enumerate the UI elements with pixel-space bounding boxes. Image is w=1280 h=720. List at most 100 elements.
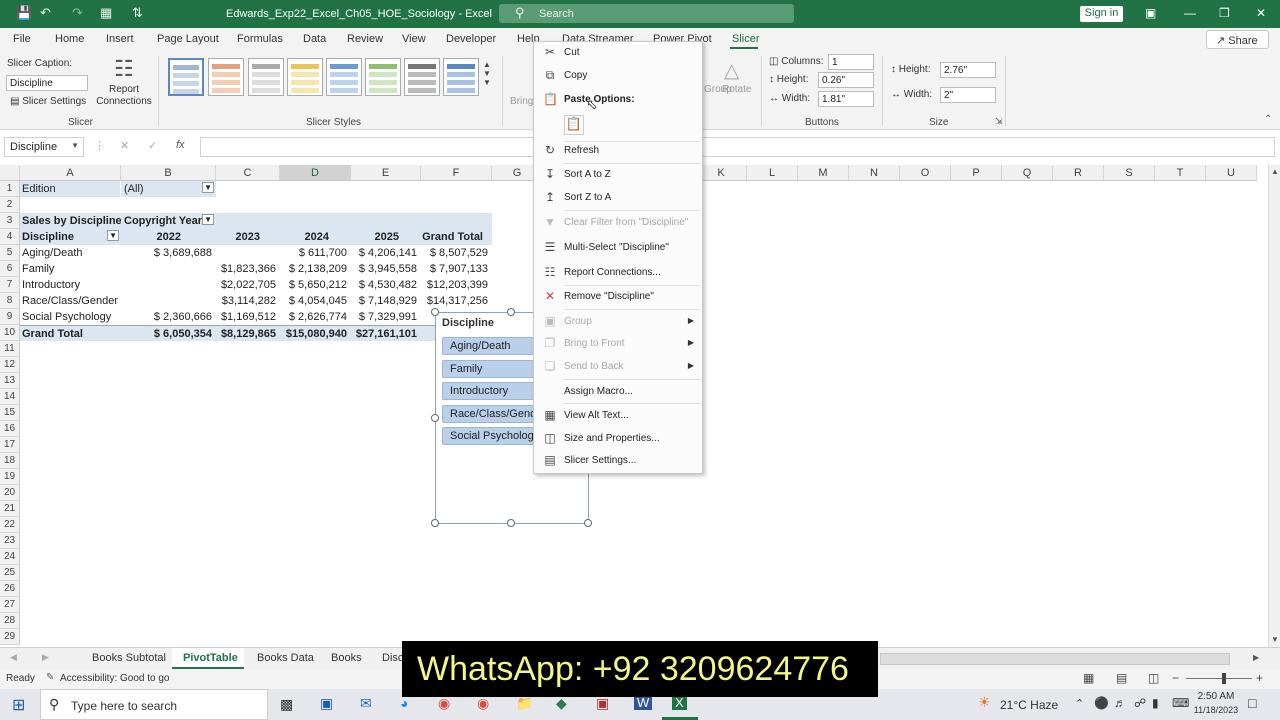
button-width-input[interactable]: 1.81" [818,91,874,107]
tab-view[interactable]: View [402,33,426,45]
resize-handle[interactable] [431,308,439,316]
tab-insert[interactable]: Insert [106,33,134,45]
page-layout-view-icon[interactable]: ▤ [1116,671,1127,685]
ribbon-display-icon[interactable]: ▣ [1145,6,1156,20]
columns-input[interactable]: 1 [828,54,874,70]
pivot-value-cell[interactable]: $ 4,530,482 [351,277,421,293]
pivot-value-cell[interactable]: $ 7,907,133 [421,261,492,277]
pivot-value-cell[interactable]: $ 6,050,354 [121,325,216,341]
column-header-d[interactable]: D [280,165,351,181]
row-header-8[interactable]: 8 [0,293,20,309]
column-header-t[interactable]: T [1155,165,1206,181]
page-break-view-icon[interactable]: ◫ [1148,671,1159,685]
row-header-3[interactable]: 3 [0,213,20,229]
chrome-profile-icon[interactable]: ◉ [477,695,489,712]
slicer-settings-button[interactable]: ▤ Slicer Settings [10,96,86,107]
weather-text[interactable]: 21°C Haze [1000,698,1058,712]
report-connections-button[interactable]: Report Connections [96,84,152,108]
size-dialog-launcher-icon[interactable]: ⇲ [995,116,1003,127]
clock-date[interactable]: 11/18/2023 [1192,705,1240,715]
clock-time[interactable]: 2:50 AM [1194,691,1238,702]
button-height-input[interactable]: 0.26" [818,72,874,88]
slicer-style-dark1[interactable] [404,58,440,96]
pivot-value-cell[interactable]: $2,022,705 [216,277,280,293]
microphone-icon[interactable]: ⚫ [1094,696,1109,710]
menu-item-bring-to-front[interactable]: ❐ Bring to Front ▶ [534,333,702,355]
normal-view-icon[interactable]: ▦ [1083,671,1094,685]
pivot-value-cell[interactable]: $15,080,940 [280,325,351,341]
language-icon[interactable]: ⌨ [1172,696,1189,710]
row-header-26[interactable]: 26 [0,581,20,597]
pivot-value-cell[interactable]: $ 7,329,991 [351,309,421,325]
excel-icon[interactable]: X [672,695,687,710]
windows-start-icon[interactable]: ⊞ [12,695,25,715]
column-header-b[interactable]: B [121,165,216,181]
pivot-value-cell[interactable]: $8,129,865 [216,325,280,341]
pivot-value-cell[interactable]: $ 4,054,045 [280,293,351,309]
scroll-down-icon[interactable]: ▼ [1271,635,1279,644]
pivot-value-cell[interactable] [121,277,216,293]
sheet-tab-books-data[interactable]: Books Data [257,652,314,664]
row-header-14[interactable]: 14 [0,389,20,405]
row-header-22[interactable]: 22 [0,517,20,533]
pivot-value-cell[interactable]: $ 611,700 [280,245,351,261]
customize-qat-icon[interactable]: ⇅ [132,5,143,21]
pivot-value-cell[interactable]: $ 4,206,141 [351,245,421,261]
column-header-u[interactable]: U [1206,165,1257,181]
undo-icon[interactable]: ↶ [40,5,51,21]
word-icon[interactable]: W [634,695,653,710]
select-all-corner[interactable] [0,165,20,181]
tab-review[interactable]: Review [347,33,383,45]
filter-dropdown-icon[interactable]: ▼ [202,214,214,225]
row-header-29[interactable]: 29 [0,629,20,645]
tab-slicer[interactable]: Slicer [732,33,760,45]
chevron-down-icon[interactable]: ▼ [71,141,79,150]
row-header-12[interactable]: 12 [0,357,20,373]
column-header-s[interactable]: S [1104,165,1155,181]
column-header-f[interactable]: F [421,165,492,181]
sheet-tab-disc[interactable]: Disc [382,652,403,664]
row-header-24[interactable]: 24 [0,549,20,565]
recorder-icon[interactable]: ▣ [596,695,609,712]
battery-icon[interactable]: ▮ [1152,696,1159,710]
row-header-23[interactable]: 23 [0,533,20,549]
edge-icon[interactable]: ◕ [400,695,408,711]
row-header-27[interactable]: 27 [0,597,20,613]
menu-item-copy[interactable]: ⧉ Copy [534,65,702,87]
styles-scroll-icon[interactable]: ▲ ▼ ▼ [483,60,491,87]
pivot-value-cell[interactable]: $ 2,360,666 [121,309,216,325]
resize-handle[interactable] [584,519,592,527]
menu-item-clear-filter[interactable]: ▼ Clear Filter from "Discipline" [534,212,702,234]
pivot-value-cell[interactable] [216,245,280,261]
row-header-25[interactable]: 25 [0,565,20,581]
name-box[interactable]: Discipline ▼ [4,137,84,157]
column-header-r[interactable]: R [1053,165,1104,181]
formula-input[interactable] [200,137,1275,157]
tab-developer[interactable]: Developer [446,33,496,45]
save-icon[interactable]: 💾 [16,5,32,21]
row-header-4[interactable]: 4 [0,229,20,245]
pivot-value-cell[interactable] [121,261,216,277]
tab-file[interactable]: File [13,33,31,45]
pivot-row-label[interactable]: Social Psychology [20,309,121,325]
pivot-value-cell[interactable]: $ 2,138,209 [280,261,351,277]
slicer-style-light4[interactable] [287,58,323,96]
row-header-16[interactable]: 16 [0,421,20,437]
row-header-17[interactable]: 17 [0,437,20,453]
tab-formulas[interactable]: Formulas [237,33,283,45]
zoom-out-icon[interactable]: − [1172,671,1179,685]
menu-item-refresh[interactable]: ↻ Refresh [534,140,702,162]
slicer-style-light3[interactable] [248,58,284,96]
row-header-10[interactable]: 10 [0,325,20,341]
row-header-2[interactable]: 2 [0,197,20,213]
pivot-column-field[interactable]: Copyright Year ▼ [121,213,216,229]
taskbar-search-box[interactable]: ⚲ Type here to search [40,689,268,720]
pivot-value-cell[interactable]: $ 2,626,774 [280,309,351,325]
menu-item-size-properties[interactable]: ◫ Size and Properties... [534,428,702,450]
pivot-row-label[interactable]: Aging/Death [20,245,121,261]
menu-item-sort-z-a[interactable]: ↥ Sort Z to A [534,187,702,209]
resize-handle[interactable] [507,519,515,527]
rotate-button[interactable]: Rotate [722,84,751,95]
scroll-right-icon[interactable]: ▶ [1253,653,1259,662]
menu-item-assign-macro[interactable]: Assign Macro... [534,381,702,403]
